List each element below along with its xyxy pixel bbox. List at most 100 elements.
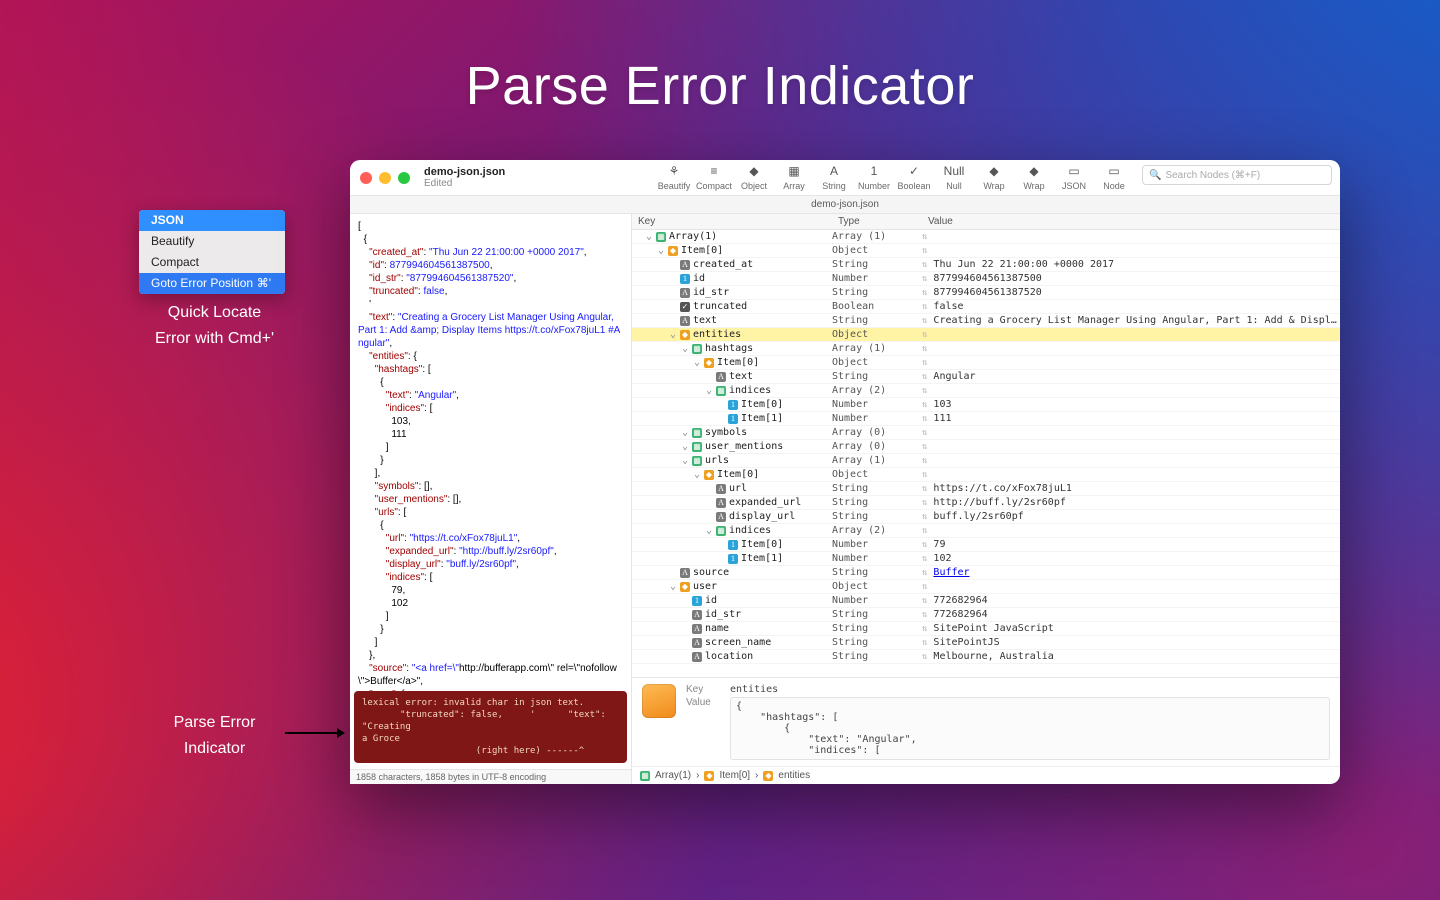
toolbar-node-button[interactable]: ▭Node (1096, 163, 1132, 191)
breadcrumb[interactable]: ▦ Array(1)›◆ Item[0]›◆ entities (632, 766, 1340, 784)
toolbar-boolean-button[interactable]: ✓Boolean (896, 163, 932, 191)
disclosure-icon[interactable]: ⌄ (705, 524, 713, 538)
code-editor[interactable]: [ { "created_at": "Thu Jun 22 21:00:00 +… (350, 214, 631, 691)
toolbar-beautify-button[interactable]: ⚘Beautify (656, 163, 692, 191)
value-stepper-icon[interactable]: ⇅ (922, 272, 933, 286)
tree-row[interactable]: ⌄◆Item[0]Object⇅ (632, 356, 1340, 370)
value-stepper-icon[interactable]: ⇅ (922, 622, 933, 636)
value-stepper-icon[interactable]: ⇅ (922, 636, 933, 650)
tree-row[interactable]: AtextString⇅Creating a Grocery List Mana… (632, 314, 1340, 328)
value-stepper-icon[interactable]: ⇅ (922, 398, 933, 412)
disclosure-icon[interactable]: ⌄ (681, 440, 689, 454)
value-stepper-icon[interactable]: ⇅ (922, 440, 933, 454)
breadcrumb-segment[interactable]: entities (778, 770, 810, 781)
value-stepper-icon[interactable]: ⇅ (922, 510, 933, 524)
tree-row[interactable]: ⌄◆Item[0]Object⇅ (632, 244, 1340, 258)
toolbar-wrap-button[interactable]: ◆Wrap (1016, 163, 1052, 191)
value-stepper-icon[interactable]: ⇅ (922, 370, 933, 384)
toolbar-array-button[interactable]: ▦Array (776, 163, 812, 191)
tree-row[interactable]: Aid_strString⇅877994604561387520 (632, 286, 1340, 300)
tree-row[interactable]: Adisplay_urlString⇅buff.ly/2sr60pf (632, 510, 1340, 524)
tree-row[interactable]: ⌄▦Array(1)Array (1)⇅ (632, 230, 1340, 244)
menu-item-beautify[interactable]: Beautify (139, 231, 285, 252)
detail-value-text[interactable]: { "hashtags": [ { "text": "Angular", "in… (730, 697, 1330, 760)
disclosure-icon[interactable]: ⌄ (669, 580, 677, 594)
tree-row[interactable]: Ascreen_nameString⇅SitePointJS (632, 636, 1340, 650)
tree-row[interactable]: ⌄▦user_mentionsArray (0)⇅ (632, 440, 1340, 454)
value-stepper-icon[interactable]: ⇅ (922, 356, 933, 370)
tree-row[interactable]: 1idNumber⇅877994604561387500 (632, 272, 1340, 286)
tree-row[interactable]: ⌄▦hashtagsArray (1)⇅ (632, 342, 1340, 356)
tree-row[interactable]: AtextString⇅Angular (632, 370, 1340, 384)
menu-item-compact[interactable]: Compact (139, 252, 285, 273)
value-stepper-icon[interactable]: ⇅ (922, 594, 933, 608)
value-stepper-icon[interactable]: ⇅ (922, 412, 933, 426)
tree-row[interactable]: ⌄▦urlsArray (1)⇅ (632, 454, 1340, 468)
tree-row[interactable]: 1Item[0]Number⇅79 (632, 538, 1340, 552)
tree-row[interactable]: AsourceString⇅Buffer (632, 566, 1340, 580)
disclosure-icon[interactable]: ⌄ (681, 426, 689, 440)
tree-row[interactable]: Acreated_atString⇅Thu Jun 22 21:00:00 +0… (632, 258, 1340, 272)
value-stepper-icon[interactable]: ⇅ (922, 524, 933, 538)
search-input[interactable]: 🔍Search Nodes (⌘+F) (1142, 165, 1332, 185)
tree-row[interactable]: ⌄▦indicesArray (2)⇅ (632, 384, 1340, 398)
value-stepper-icon[interactable]: ⇅ (922, 650, 933, 664)
tree-row[interactable]: AlocationString⇅Melbourne, Australia (632, 650, 1340, 664)
tree-row[interactable]: 1idNumber⇅772682964 (632, 594, 1340, 608)
tree-row[interactable]: Aexpanded_urlString⇅http://buff.ly/2sr60… (632, 496, 1340, 510)
tree-row[interactable]: ⌄◆entitiesObject⇅ (632, 328, 1340, 342)
value-stepper-icon[interactable]: ⇅ (922, 496, 933, 510)
tree-row[interactable]: AnameString⇅SitePoint JavaScript (632, 622, 1340, 636)
tree-row[interactable]: ⌄▦symbolsArray (0)⇅ (632, 426, 1340, 440)
disclosure-icon[interactable]: ⌄ (645, 230, 653, 244)
value-stepper-icon[interactable]: ⇅ (922, 384, 933, 398)
value-stepper-icon[interactable]: ⇅ (922, 258, 933, 272)
toolbar-wrap-button[interactable]: ◆Wrap (976, 163, 1012, 191)
disclosure-icon[interactable]: ⌄ (693, 356, 701, 370)
value-stepper-icon[interactable]: ⇅ (922, 244, 933, 258)
tree-row[interactable]: AurlString⇅https://t.co/xFox78juL1 (632, 482, 1340, 496)
disclosure-icon[interactable]: ⌄ (657, 244, 665, 258)
tab-filename[interactable]: demo-json.json (811, 199, 879, 210)
value-stepper-icon[interactable]: ⇅ (922, 328, 933, 342)
tree-row[interactable]: 1Item[1]Number⇅102 (632, 552, 1340, 566)
toolbar-null-button[interactable]: NullNull (936, 163, 972, 191)
value-stepper-icon[interactable]: ⇅ (922, 552, 933, 566)
value-stepper-icon[interactable]: ⇅ (922, 482, 933, 496)
value-stepper-icon[interactable]: ⇅ (922, 538, 933, 552)
value-stepper-icon[interactable]: ⇅ (922, 300, 933, 314)
value-stepper-icon[interactable]: ⇅ (922, 566, 933, 580)
tree-row[interactable]: 1Item[0]Number⇅103 (632, 398, 1340, 412)
breadcrumb-segment[interactable]: Item[0] (719, 770, 750, 781)
toolbar-number-button[interactable]: 1Number (856, 163, 892, 191)
parse-error-banner[interactable]: lexical error: invalid char in json text… (354, 691, 627, 763)
disclosure-icon[interactable]: ⌄ (705, 384, 713, 398)
toolbar-string-button[interactable]: AString (816, 163, 852, 191)
value-stepper-icon[interactable]: ⇅ (922, 314, 933, 328)
tree-row[interactable]: ✓truncatedBoolean⇅false (632, 300, 1340, 314)
toolbar-json-button[interactable]: ▭JSON (1056, 163, 1092, 191)
disclosure-icon[interactable]: ⌄ (693, 468, 701, 482)
value-stepper-icon[interactable]: ⇅ (922, 230, 933, 244)
tree-row[interactable]: ⌄◆userObject⇅ (632, 580, 1340, 594)
value-stepper-icon[interactable]: ⇅ (922, 608, 933, 622)
value-stepper-icon[interactable]: ⇅ (922, 426, 933, 440)
disclosure-icon[interactable]: ⌄ (669, 328, 677, 342)
value-stepper-icon[interactable]: ⇅ (922, 342, 933, 356)
close-icon[interactable] (360, 172, 372, 184)
zoom-icon[interactable] (398, 172, 410, 184)
disclosure-icon[interactable]: ⌄ (681, 342, 689, 356)
minimize-icon[interactable] (379, 172, 391, 184)
menu-item-goto-error[interactable]: Goto Error Position ⌘' (139, 273, 285, 294)
value-stepper-icon[interactable]: ⇅ (922, 468, 933, 482)
value-stepper-icon[interactable]: ⇅ (922, 580, 933, 594)
tree-view[interactable]: ⌄▦Array(1)Array (1)⇅⌄◆Item[0]Object⇅Acre… (632, 230, 1340, 677)
value-stepper-icon[interactable]: ⇅ (922, 454, 933, 468)
disclosure-icon[interactable]: ⌄ (681, 454, 689, 468)
tree-row[interactable]: Aid_strString⇅772682964 (632, 608, 1340, 622)
tree-row[interactable]: ⌄◆Item[0]Object⇅ (632, 468, 1340, 482)
toolbar-compact-button[interactable]: ≡Compact (696, 163, 732, 191)
tree-row[interactable]: 1Item[1]Number⇅111 (632, 412, 1340, 426)
value-stepper-icon[interactable]: ⇅ (922, 286, 933, 300)
toolbar-object-button[interactable]: ◆Object (736, 163, 772, 191)
